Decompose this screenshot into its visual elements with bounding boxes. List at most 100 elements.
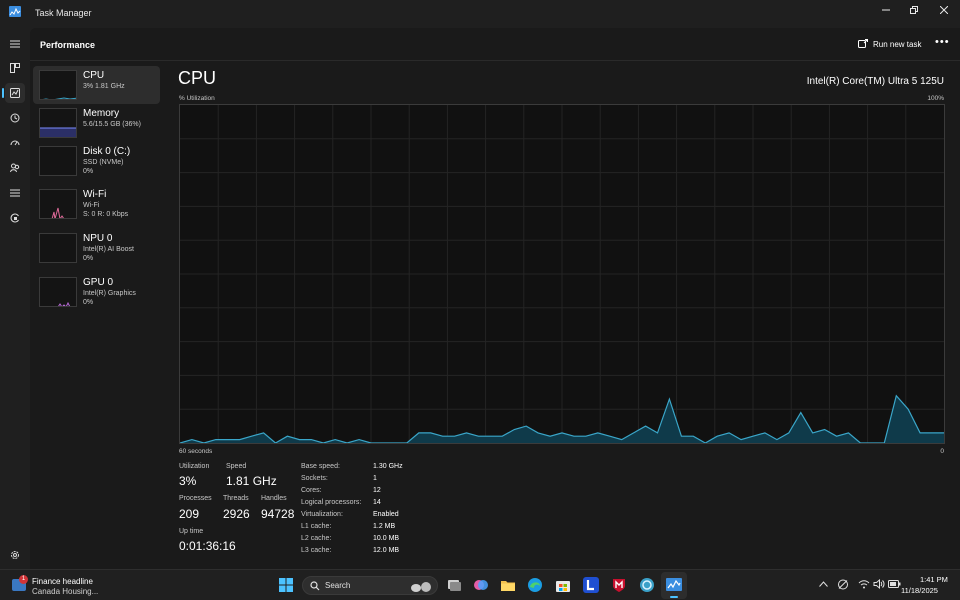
device-usage: 0% [83, 255, 94, 262]
task-manager-taskbar-button[interactable] [661, 572, 687, 599]
search-label: Search [325, 581, 351, 590]
clock-time[interactable]: 1:41 PM [920, 575, 948, 584]
spec-label: Cores: [301, 487, 322, 494]
spec-label: L3 cache: [301, 547, 332, 554]
uptime-label: Up time [179, 528, 204, 535]
uptime-value: 0:01:36:16 [179, 539, 236, 553]
nav-settings[interactable] [5, 545, 25, 565]
chevron-up-icon[interactable] [819, 581, 828, 587]
device-item-gpu[interactable]: GPU 0 Intel(R) Graphics 0% [33, 273, 160, 311]
task-manager-app-icon [9, 6, 21, 17]
cpu-thumbnail-graph [39, 70, 77, 100]
nav-details[interactable] [5, 183, 25, 203]
device-detail: Wi-Fi [83, 202, 100, 209]
main-pane: Performance Run new task ••• CPU 3% 1.81… [30, 28, 960, 569]
app-circle-icon[interactable] [639, 577, 655, 593]
hamburger-icon [10, 40, 20, 48]
device-detail: SSD (NVMe) [83, 159, 124, 166]
spec-value: 12 [373, 487, 381, 494]
utilization-label: Utilization [179, 463, 210, 470]
spec-label: Virtualization: [301, 511, 343, 518]
device-item-cpu[interactable]: CPU 3% 1.81 GHz [33, 66, 160, 104]
windows-start-icon[interactable] [278, 577, 294, 593]
speed-label: Speed [226, 463, 247, 470]
threads-label: Threads [223, 495, 249, 502]
nav-users[interactable] [5, 158, 25, 178]
spec-label: Logical processors: [301, 499, 362, 506]
nav-startup-apps[interactable] [5, 133, 25, 153]
copilot-icon[interactable] [473, 577, 489, 593]
taskbar: 1 Finance headline Canada Housing... Sea… [0, 569, 960, 600]
spec-value: 1.30 GHz [373, 463, 403, 470]
battery-icon[interactable] [888, 580, 901, 588]
cpu-model-name: Intel(R) Core(TM) Ultra 5 125U [806, 76, 944, 87]
users-icon [10, 163, 20, 173]
search-highlight-icon [411, 582, 431, 592]
run-new-task-button[interactable]: Run new task [858, 37, 921, 51]
navigation-rail [0, 28, 30, 569]
notification-badge: 1 [19, 575, 28, 584]
taskbar-search-box[interactable]: Search [302, 576, 438, 595]
npu-thumbnail-graph [39, 233, 77, 263]
threads-value: 2926 [223, 507, 250, 521]
device-usage: S: 0 R: 0 Kbps [83, 211, 129, 218]
device-name: Disk 0 (C:) [83, 146, 131, 157]
task-view-icon[interactable] [446, 577, 462, 593]
handles-label: Handles [261, 495, 287, 502]
handles-value: 94728 [261, 507, 295, 521]
device-usage: 0% [83, 168, 94, 175]
spec-label: L2 cache: [301, 535, 332, 542]
minimize-icon [882, 9, 890, 11]
window-title: Task Manager [35, 8, 92, 18]
volume-icon[interactable] [873, 579, 885, 589]
details-list-icon [10, 189, 20, 197]
edge-browser-icon[interactable] [527, 577, 543, 593]
file-explorer-icon[interactable] [500, 577, 516, 593]
no-location-icon[interactable] [837, 579, 849, 590]
device-item-disk[interactable]: Disk 0 (C:) SSD (NVMe) 0% [33, 142, 160, 180]
mcafee-icon[interactable] [611, 577, 627, 593]
nav-app-history[interactable] [5, 108, 25, 128]
cpu-utilization-graph [179, 104, 945, 444]
wifi-thumbnail-graph [39, 189, 77, 219]
x-axis-right-label: 0 [940, 448, 944, 455]
spec-value: 1.2 MB [373, 523, 396, 530]
device-item-npu[interactable]: NPU 0 Intel(R) AI Boost 0% [33, 229, 160, 267]
processes-value: 209 [179, 507, 200, 521]
more-options-button[interactable]: ••• [935, 36, 950, 48]
performance-icon [10, 88, 20, 98]
device-usage: 0% [83, 299, 94, 306]
hamburger-menu-button[interactable] [5, 34, 25, 54]
history-icon [10, 113, 20, 123]
active-app-indicator [670, 596, 678, 598]
restore-icon [910, 6, 918, 14]
spec-value: 1 [373, 475, 377, 482]
nav-processes[interactable] [5, 58, 25, 78]
lenovo-l-icon[interactable] [583, 577, 599, 593]
startup-gauge-icon [10, 140, 20, 146]
device-name: Wi-Fi [83, 189, 107, 200]
title-bar: Task Manager [0, 0, 960, 28]
spec-value: 10.0 MB [373, 535, 400, 542]
processes-label: Processes [179, 495, 212, 502]
wifi-icon[interactable] [858, 579, 870, 589]
nav-services[interactable] [5, 208, 25, 228]
device-detail: 3% 1.81 GHz [83, 83, 125, 90]
clock-date[interactable]: 11/18/2025 [901, 586, 938, 595]
device-detail: Intel(R) Graphics [83, 290, 136, 297]
processes-icon [10, 63, 20, 73]
spec-value: Enabled [373, 511, 399, 518]
microsoft-store-icon[interactable] [555, 577, 571, 593]
spec-label: Base speed: [301, 463, 340, 470]
spec-value: 14 [373, 499, 381, 506]
run-task-icon [858, 39, 868, 48]
device-item-wifi[interactable]: Wi-Fi Wi-Fi S: 0 R: 0 Kbps [33, 185, 160, 223]
news-headline-title: Finance headline [32, 577, 93, 586]
nav-performance[interactable] [2, 83, 25, 103]
device-name: CPU [83, 70, 105, 81]
maximize-button[interactable] [898, 0, 930, 20]
news-headline-subtitle: Canada Housing... [32, 587, 99, 596]
device-item-memory[interactable]: Memory 5.6/15.5 GB (36%) [33, 104, 160, 142]
y-axis-max-label: 100% [927, 95, 944, 102]
close-button[interactable] [928, 0, 960, 20]
